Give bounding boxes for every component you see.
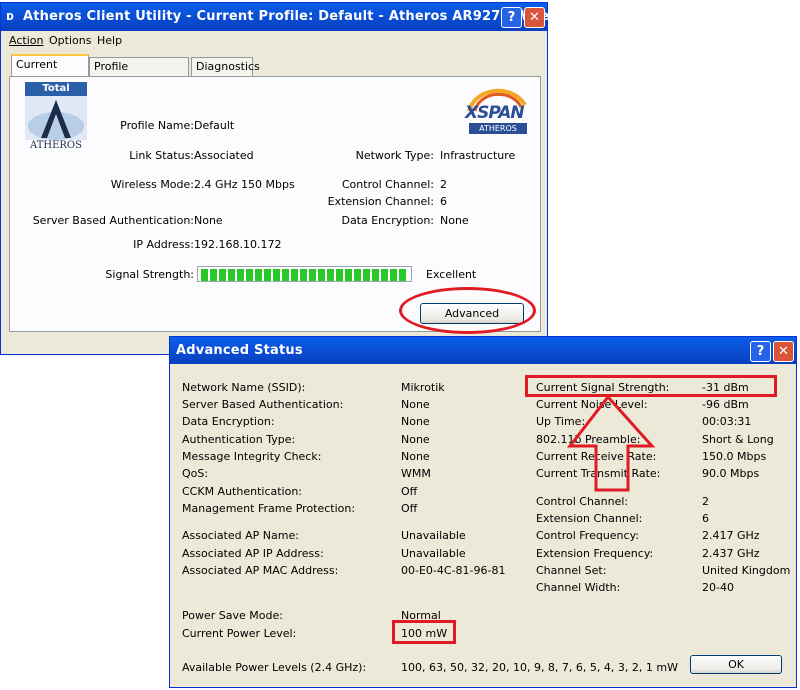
wireless-mode-value: 2.4 GHz 150 Mbps [194,178,295,191]
signal-strength-label: Signal Strength: [105,268,194,281]
signal-segment [237,269,244,281]
tab-profile-management[interactable]: Profile Management [89,57,189,91]
server-auth-value: None [194,214,223,227]
close-button[interactable]: ✕ [524,7,545,28]
adv-right-value: 2.437 GHz [702,547,760,560]
adv-right-label: Channel Width: [536,581,621,594]
signal-segment [327,269,334,281]
extension-channel-label: Extension Channel: [327,195,434,208]
profile-name-label: Profile Name: [120,119,194,132]
adv-right-label: Extension Frequency: [536,547,654,560]
data-encryption-value: None [440,214,469,227]
signal-segment [381,269,388,281]
adv-right-value: United Kingdom [702,564,791,577]
adv-right-label: Channel Set: [536,564,607,577]
adv-right-value: 00:03:31 [702,415,752,428]
menu-bar: Action Options Help [1,31,547,51]
menu-options[interactable]: Options [49,34,91,47]
adv-right-value: 6 [702,512,709,525]
wireless-mode-label: Wireless Mode: [110,178,194,191]
signal-segment [246,269,253,281]
tab-diagnostics[interactable]: Diagnostics [191,57,260,76]
signal-segment [291,269,298,281]
adv-right-value: 20-40 [702,581,734,594]
network-type-value: Infrastructure [440,149,516,162]
signal-segment [255,269,262,281]
main-title-bar[interactable]: ᴅ Atheros Client Utility - Current Profi… [1,3,619,31]
profile-name-value: Default [194,119,235,132]
atheros-logo: Total 802.11 ATHEROS [25,82,87,154]
xspan-sub: ATHEROS [469,123,527,134]
power-level-highlight [392,620,456,644]
signal-segment [273,269,280,281]
logo-brand: ATHEROS [30,140,82,151]
ok-button[interactable]: OK [690,655,782,674]
link-status-value: Associated [194,149,254,162]
xspan-text: XSPAN [465,103,525,123]
adv-right-value: -96 dBm [702,398,749,411]
control-channel-label: Control Channel: [341,178,434,191]
link-status-label: Link Status: [129,149,194,162]
adv-right-value: Short & Long [702,433,774,446]
adv-right-label: Extension Channel: [536,512,643,525]
signal-segment [309,269,316,281]
signal-segment [300,269,307,281]
help-button[interactable]: ? [501,7,522,28]
advanced-highlight-oval [399,287,536,334]
signal-segment [228,269,235,281]
up-arrow-annotation [566,394,656,492]
menu-action[interactable]: Action [9,34,43,47]
logo-badge: Total 802.11 [25,82,87,108]
signal-segment [201,269,208,281]
signal-segment [354,269,361,281]
signal-segment [210,269,217,281]
signal-segment [399,269,406,281]
adv-right-value: 2 [702,495,709,508]
data-encryption-label: Data Encryption: [341,214,434,227]
signal-segment [390,269,397,281]
tab-strip: Current Status Profile Management Diagno… [9,54,539,91]
ip-address-label: IP Address: [133,238,194,251]
network-type-label: Network Type: [355,149,434,162]
signal-strength-value: Excellent [426,268,477,281]
signal-strength-bar [197,266,412,282]
adv-right-value: 2.417 GHz [702,529,760,542]
adv-right-label: Control Channel: [536,495,629,508]
control-channel-value: 2 [440,178,447,191]
extension-channel-value: 6 [440,195,447,208]
atheros-a-icon [25,96,87,140]
signal-segment [336,269,343,281]
server-auth-label: Server Based Authentication: [32,214,194,227]
xspan-logo: XSPAN ATHEROS [463,83,529,137]
adv-right-label: Control Frequency: [536,529,639,542]
adv-right-value: 90.0 Mbps [702,467,760,480]
signal-segment [219,269,226,281]
signal-segment [363,269,370,281]
signal-segment [264,269,271,281]
signal-segment [282,269,289,281]
ip-address-value: 192.168.10.172 [194,238,282,251]
antenna-icon: ᴅ [6,9,15,23]
adv-right-value: 150.0 Mbps [702,450,767,463]
signal-segment [318,269,325,281]
menu-help[interactable]: Help [97,34,122,47]
signal-segment [372,269,379,281]
tab-current-status[interactable]: Current Status [11,54,89,89]
signal-segment [345,269,352,281]
